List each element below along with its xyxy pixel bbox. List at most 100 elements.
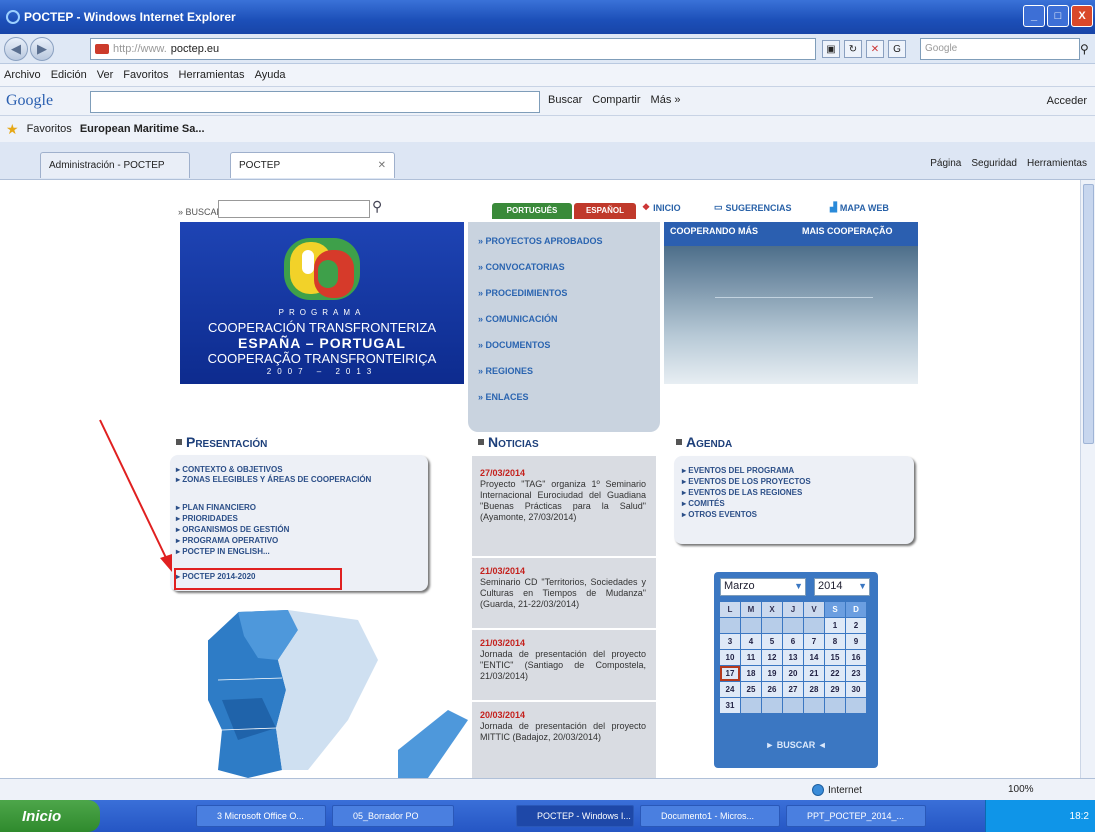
calendar-day[interactable]: 16 [846,650,866,665]
news-item[interactable]: 21/03/2014 Jornada de presentación del p… [480,638,646,682]
start-button[interactable]: Inicio [0,800,100,832]
pres-link[interactable]: ▸ PROGRAMA OPERATIVO [176,536,278,545]
menu-convocatorias[interactable]: » CONVOCATORIAS [478,262,565,272]
calendar-day[interactable]: 24 [720,682,740,697]
forward-button[interactable]: ▶ [30,36,54,61]
vertical-scrollbar[interactable] [1080,180,1095,778]
menu-ver[interactable]: Ver [97,69,114,81]
security-menu[interactable]: Seguridad [971,158,1017,169]
agenda-link[interactable]: ▸ EVENTOS DE LAS REGIONES [682,488,802,497]
taskbar-item[interactable]: 05_Borrador PO [332,805,454,827]
menu-favoritos[interactable]: Favoritos [123,69,168,81]
calendar-day[interactable]: 3 [720,634,740,649]
calendar-day[interactable]: 11 [741,650,761,665]
calendar-day[interactable]: 4 [741,634,761,649]
taskbar-item-active[interactable]: POCTEP - Windows I... [516,805,634,827]
calendar-day[interactable]: 6 [783,634,803,649]
taskbar-item[interactable]: Documento1 - Micros... [640,805,780,827]
menu-enlaces[interactable]: » ENLACES [478,392,529,402]
calendar-day[interactable]: 12 [762,650,782,665]
maximize-button[interactable]: □ [1047,5,1069,27]
calendar-day[interactable]: 19 [762,666,782,681]
url-field[interactable]: http://www. poctep.eu [90,38,816,60]
suggestions-link[interactable]: ▭ SUGERENCIAS [714,202,792,213]
search-icon[interactable]: ⚲ [1080,42,1089,56]
calendar-day[interactable]: 30 [846,682,866,697]
tab-poctep[interactable]: POCTEP ✕ [230,152,395,178]
menu-documentos[interactable]: » DOCUMENTOS [478,340,550,350]
program-banner[interactable]: PROGRAMA COOPERACIÓN TRANSFRONTERIZA ESP… [180,222,464,384]
calendar-day[interactable]: 13 [783,650,803,665]
google-mas-button[interactable]: Más » [651,94,681,106]
calendar-day[interactable]: 7 [804,634,824,649]
calendar-day[interactable]: 8 [825,634,845,649]
google-acceder-link[interactable]: Acceder [1047,95,1087,107]
home-link[interactable]: ❖ INICIO [642,202,681,213]
favorite-item[interactable]: European Maritime Sa... [80,123,205,135]
pres-link[interactable]: ▸ POCTEP IN ENGLISH... [176,547,270,556]
menu-archivo[interactable]: Archivo [4,69,41,81]
magnifier-icon[interactable]: ⚲ [372,198,382,215]
clock[interactable]: 18:2 [1070,811,1089,822]
calendar-day[interactable]: 5 [762,634,782,649]
google-buscar-button[interactable]: Buscar [548,94,582,106]
calendar-day[interactable]: 31 [720,698,740,713]
language-es-tab[interactable]: ESPAÑOL [574,203,636,219]
calendar-day[interactable]: 28 [804,682,824,697]
back-button[interactable]: ◀ [4,36,28,61]
calendar-day[interactable]: 23 [846,666,866,681]
pres-link[interactable]: ▸ PLAN FINANCIERO [176,503,256,512]
search-provider-icon[interactable]: G [888,40,906,58]
news-item[interactable]: 21/03/2014 Seminario CD "Territorios, So… [480,566,646,610]
site-search-input[interactable] [218,200,370,218]
iberia-map-image[interactable] [178,600,468,778]
calendar-day[interactable]: 2 [846,618,866,633]
sitemap-link[interactable]: ▟ MAPA WEB [830,202,889,213]
menu-regiones[interactable]: » REGIONES [478,366,533,376]
pres-link[interactable]: ▸ CONTEXTO & OBJETIVOS [176,465,283,474]
menu-procedimientos[interactable]: » PROCEDIMIENTOS [478,288,567,298]
year-select[interactable]: 2014 ▼ [814,578,870,596]
calendar-day[interactable]: 22 [825,666,845,681]
calendar-day[interactable]: 9 [846,634,866,649]
calendar-day[interactable]: 26 [762,682,782,697]
pres-link[interactable]: ▸ PRIORIDADES [176,514,238,523]
refresh-icon[interactable]: ↻ [844,40,862,58]
language-pt-tab[interactable]: PORTUGUÊS [492,203,572,219]
google-search-input[interactable] [90,91,540,113]
calendar-day[interactable]: 14 [804,650,824,665]
calendar-day[interactable]: 29 [825,682,845,697]
calendar-day[interactable]: 20 [783,666,803,681]
menu-ayuda[interactable]: Ayuda [255,69,286,81]
close-button[interactable]: X [1071,5,1093,27]
menu-edicion[interactable]: Edición [51,69,87,81]
calendar-day[interactable]: 18 [741,666,761,681]
agenda-link[interactable]: ▸ EVENTOS DEL PROGRAMA [682,466,794,475]
tab-administracion[interactable]: Administración - POCTEP [40,152,190,178]
calendar-day[interactable]: 27 [783,682,803,697]
taskbar-item[interactable]: PPT_POCTEP_2014_... [786,805,926,827]
calendar-day[interactable]: 1 [825,618,845,633]
agenda-link[interactable]: ▸ OTROS EVENTOS [682,510,757,519]
menu-proyectos-aprobados[interactable]: » PROYECTOS APROBADOS [478,236,603,246]
calendar-day[interactable]: 17 [720,666,740,681]
google-compartir-button[interactable]: Compartir [592,94,640,106]
news-item[interactable]: 20/03/2014 Jornada de presentación del p… [480,710,646,743]
taskbar-item[interactable]: 3 Microsoft Office O... [196,805,326,827]
menu-comunicacion[interactable]: » COMUNICACIÓN [478,314,558,324]
tools-menu[interactable]: Herramientas [1027,158,1087,169]
browser-search-input[interactable]: Google [920,38,1080,60]
calendar-day[interactable]: 15 [825,650,845,665]
close-tab-icon[interactable]: ✕ [378,160,386,171]
menu-herramientas[interactable]: Herramientas [179,69,245,81]
calendar-day[interactable]: 10 [720,650,740,665]
calendar-search-button[interactable]: ► BUSCAR ◄ [714,740,878,750]
pres-link[interactable]: ▸ ORGANISMOS DE GESTIÓN [176,525,289,534]
zoom-level[interactable]: 100% [1008,784,1034,795]
page-menu[interactable]: Página [930,158,961,169]
agenda-link[interactable]: ▸ EVENTOS DE LOS PROYECTOS [682,477,811,486]
pres-link[interactable]: ▸ ZONAS ELEGIBLES Y ÁREAS DE COOPERACIÓN [176,475,376,484]
promo-banner[interactable]: COOPERANDO MÁS MAIS COOPERAÇÃO [664,222,918,384]
calendar-day[interactable]: 25 [741,682,761,697]
news-item[interactable]: 27/03/2014 Proyecto "TAG" organiza 1º Se… [480,468,646,523]
